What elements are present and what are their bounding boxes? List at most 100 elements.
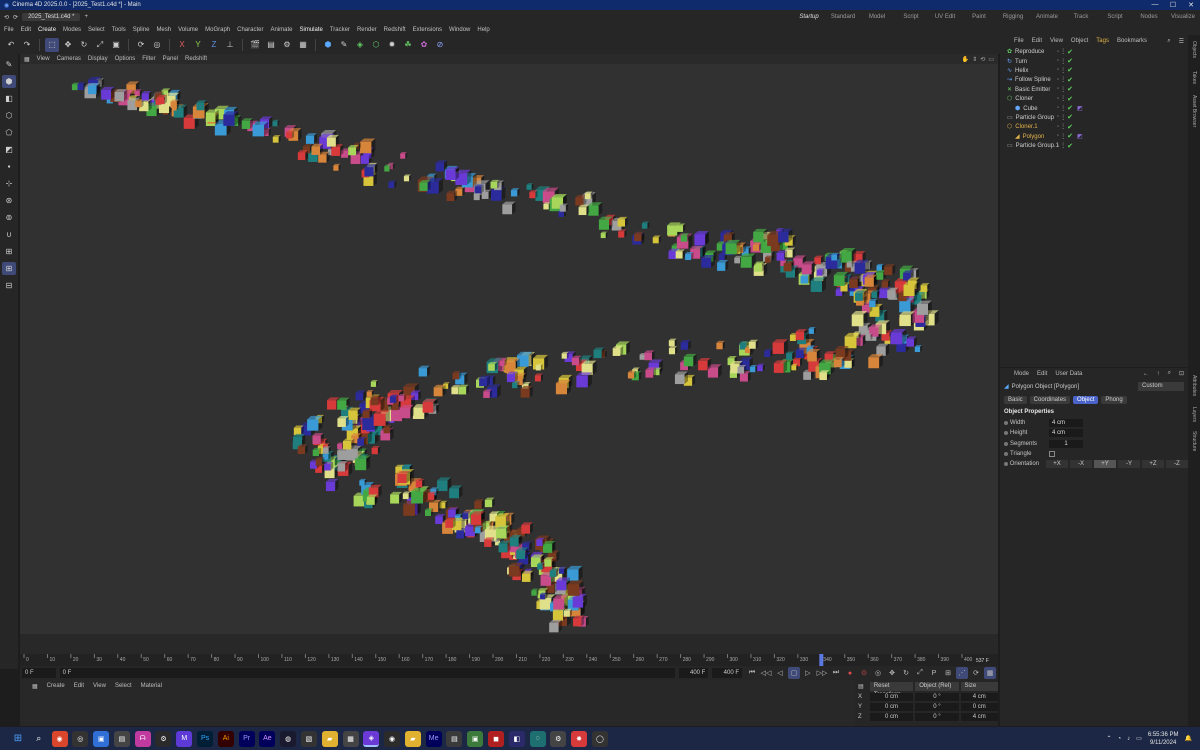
segments-field[interactable]: 1 [1049, 439, 1083, 448]
key-position-icon[interactable]: ✥ [886, 667, 898, 679]
forward-icon[interactable]: ⟳ [13, 14, 18, 21]
windows-start-icon[interactable]: ⊞ [10, 731, 26, 747]
app-blue-icon[interactable]: ▣ [93, 730, 110, 747]
coordinate-system-icon[interactable]: ⊥ [223, 38, 237, 52]
attribute-lock-icon[interactable]: ⊡ [1179, 370, 1188, 377]
recent-tools-icon[interactable]: ▣ [109, 38, 123, 52]
end-frame-field[interactable]: 400 F [678, 668, 709, 678]
play-forward-icon[interactable]: ▷ [802, 667, 814, 679]
orientation-button[interactable]: -X [1070, 460, 1092, 469]
move-tool-icon[interactable]: ✥ [61, 38, 75, 52]
close-icon[interactable]: ✕ [1182, 1, 1200, 9]
position-field[interactable]: 0 cm [869, 713, 914, 721]
previous-key-icon[interactable]: ◁◁ [760, 667, 772, 679]
previous-frame-icon[interactable]: ◁ [774, 667, 786, 679]
dock-tab-asset-browser[interactable]: Asset Browser [1191, 95, 1197, 127]
rotation-field[interactable]: 0 ° [915, 713, 959, 721]
tray-chevron-icon[interactable]: ⌃ [1107, 735, 1112, 742]
layout-tab[interactable]: Track [1064, 14, 1098, 20]
viewport-menu-icon[interactable]: ▦ [24, 56, 30, 63]
object-row[interactable]: ⬡ Cloner.1 ▫ ⋮ ✔ [1000, 122, 1188, 131]
object-row[interactable]: ↻ Turn ▫ ⋮ ✔ [1000, 56, 1188, 65]
app-film-icon[interactable]: ▤ [446, 730, 463, 747]
layout-tab[interactable]: Script [1098, 14, 1132, 20]
app-c4d-icon[interactable]: ◉ [384, 730, 401, 747]
height-field[interactable]: 4 cm [1049, 429, 1083, 438]
model-mode-icon[interactable]: ◧ [2, 92, 16, 105]
material-menu-view[interactable]: View [93, 683, 106, 690]
object-filter-icon[interactable]: ☰ [1179, 38, 1188, 45]
fields-icon[interactable]: ☘ [401, 38, 415, 52]
position-field[interactable]: 0 cm [869, 693, 914, 701]
viewport-menu-redshift[interactable]: Redshift [185, 56, 207, 62]
layout-tab[interactable]: Paint [962, 14, 996, 20]
menu-item-tools[interactable]: Tools [112, 27, 126, 33]
viewport[interactable] [20, 64, 998, 634]
viewport-menu-view[interactable]: View [37, 56, 50, 62]
workplane-icon[interactable]: ⊞ [2, 245, 16, 258]
object-menu-view[interactable]: View [1050, 38, 1063, 44]
layer-icon[interactable]: ▫ [1057, 133, 1059, 139]
pan-icon[interactable]: ✋ [962, 56, 969, 63]
timeline-ruler[interactable]: 0 10 20 30 40 50 60 70 80 90 100 110 120 130 140 150 160… [20, 654, 998, 666]
visibility-dots-icon[interactable]: ⋮ [1060, 123, 1066, 130]
app-pink-icon[interactable]: ᗩ [134, 730, 151, 747]
visibility-dots-icon[interactable]: ⋮ [1060, 114, 1066, 121]
wifi-icon[interactable]: ◔ [1118, 736, 1122, 742]
enabled-check-icon[interactable]: ✔ [1067, 142, 1073, 150]
render-settings-icon[interactable]: ⚙ [280, 38, 294, 52]
battery-icon[interactable]: ▭ [1136, 735, 1142, 742]
layout-tab[interactable]: Animate [1030, 14, 1064, 20]
premiere-icon[interactable]: Pr [238, 730, 255, 747]
object-menu-tags[interactable]: Tags [1096, 38, 1109, 44]
points-mode-icon[interactable]: ⬡ [2, 109, 16, 122]
object-row[interactable]: ⬡ Cloner ▫ ⋮ ✔ [1000, 94, 1188, 103]
redo-icon[interactable]: ↷ [20, 38, 34, 52]
layout-tab[interactable]: Model [860, 14, 894, 20]
mograph-cloner-icon[interactable]: ⬡ [369, 38, 383, 52]
rotate-tool-icon[interactable]: ↻ [77, 38, 91, 52]
enabled-check-icon[interactable]: ✔ [1067, 76, 1073, 84]
viewport-menu-filter[interactable]: Filter [142, 56, 155, 62]
app-red-icon[interactable]: ◼ [487, 730, 504, 747]
material-menu-edit[interactable]: Edit [74, 683, 84, 690]
menu-item-select[interactable]: Select [88, 27, 105, 33]
layout-tab[interactable]: Rigging [996, 14, 1030, 20]
nav-up-icon[interactable]: ↑ [1157, 371, 1160, 377]
maximize-icon[interactable]: ☐ [1164, 1, 1182, 9]
rotation-field[interactable]: 0 ° [915, 703, 959, 711]
viewport-menu-display[interactable]: Display [88, 56, 108, 62]
menu-item-help[interactable]: Help [477, 27, 489, 33]
app-star-icon[interactable]: ✸ [571, 730, 588, 747]
orientation-button[interactable]: -Z [1166, 460, 1188, 469]
document-tab[interactable]: 2025_Test1.c4d * [22, 13, 81, 21]
layer-icon[interactable]: ▫ [1057, 143, 1059, 149]
x-axis-toggle[interactable]: X [175, 38, 189, 52]
zoom-icon[interactable]: ⇕ [972, 56, 977, 63]
dock-tab-objects[interactable]: Objects [1191, 41, 1197, 58]
folder-icon[interactable]: ▰ [404, 730, 421, 747]
size-field[interactable]: 4 cm [960, 693, 999, 701]
coordinate-space-dropdown[interactable]: Object (Rel) [915, 681, 959, 691]
visibility-dots-icon[interactable]: ⋮ [1060, 67, 1066, 74]
object-menu-file[interactable]: File [1014, 38, 1024, 44]
uv-mode-icon[interactable]: ▪ [2, 160, 16, 173]
app-navy-icon[interactable]: ◧ [508, 730, 525, 747]
active-app-icon[interactable]: ◈ [363, 730, 380, 747]
layer-icon[interactable]: ▫ [1057, 49, 1059, 55]
min-frame-field[interactable]: 0 F [59, 668, 675, 678]
menu-item-file[interactable]: File [4, 27, 14, 33]
preset-dropdown[interactable]: Custom [1138, 382, 1184, 391]
enabled-check-icon[interactable]: ✔ [1067, 66, 1073, 74]
attribute-menu-edit[interactable]: Edit [1037, 371, 1047, 377]
play-backward-icon[interactable]: ▢ [788, 667, 800, 679]
photoshop-icon[interactable]: Ps [197, 730, 214, 747]
cinema4d-icon[interactable]: ◍ [280, 730, 297, 747]
layout-tab[interactable]: UV Edit [928, 14, 962, 20]
dock-tab-takes[interactable]: Takes [1191, 71, 1197, 84]
notification-icon[interactable]: 🔔 [1185, 735, 1192, 742]
orbit-icon[interactable]: ⟲ [980, 56, 985, 63]
key-pla-icon[interactable]: ⊞ [942, 667, 954, 679]
next-frame-icon[interactable]: ▷▷ [816, 667, 828, 679]
texture-tag-icon[interactable]: ◩ [1077, 105, 1083, 112]
